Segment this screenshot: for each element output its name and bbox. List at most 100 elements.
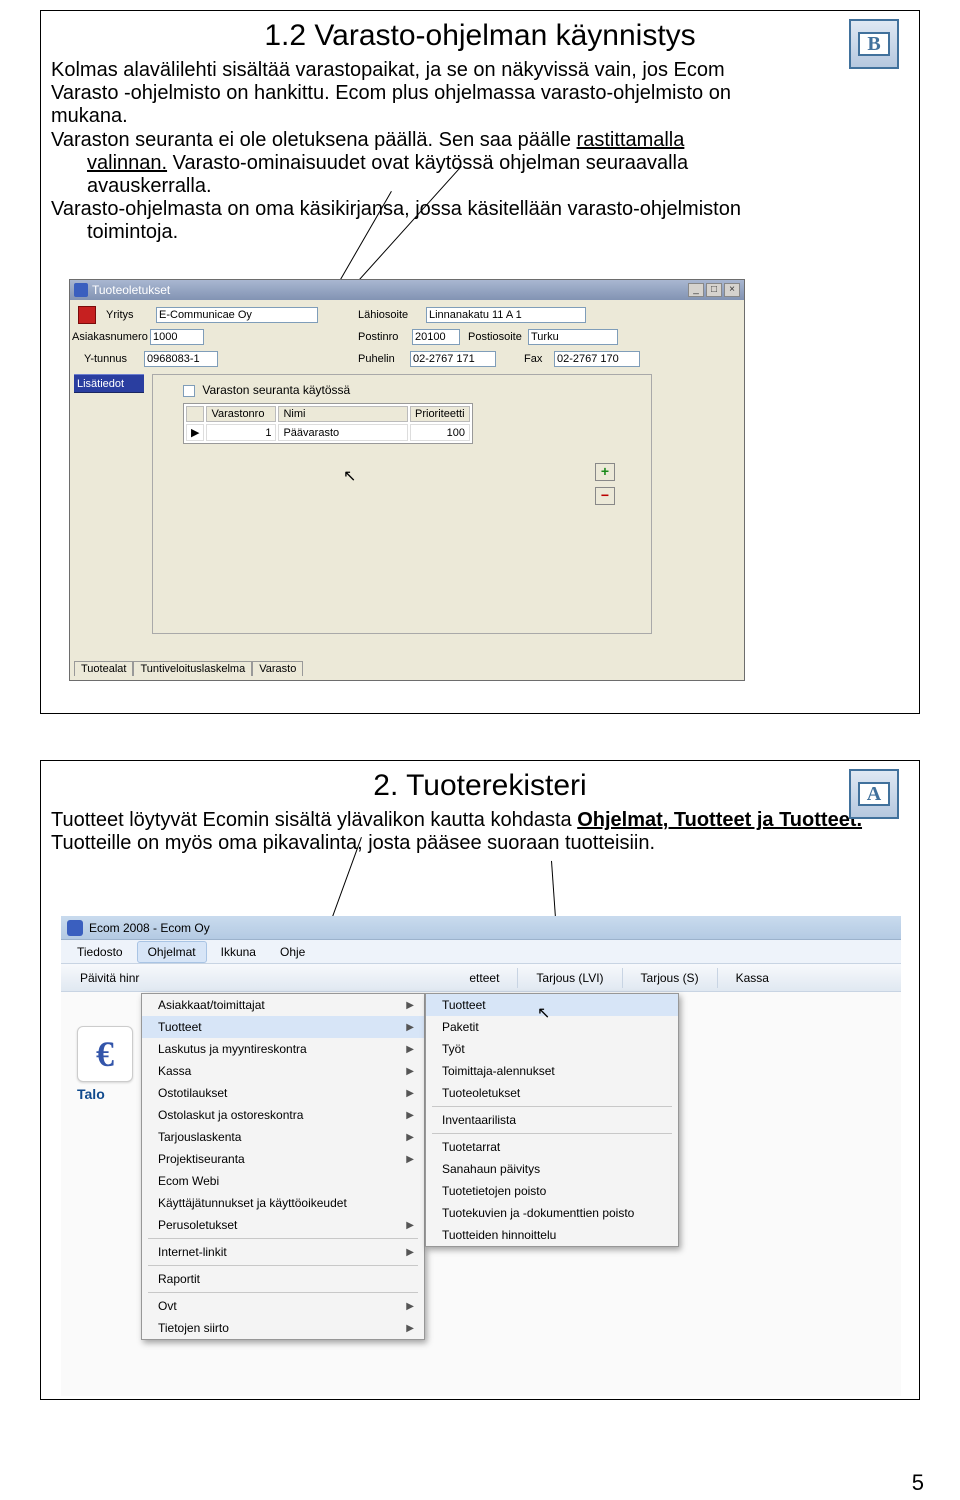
varaston-seuranta-checkbox[interactable]	[183, 385, 195, 397]
maximize-button[interactable]: □	[706, 283, 722, 297]
menu-item[interactable]: Tuoteoletukset	[426, 1082, 678, 1104]
menu-item[interactable]: Ecom Webi	[142, 1170, 424, 1192]
menu-item-label: Ovt	[158, 1299, 177, 1313]
menu-item-label: Ecom Webi	[158, 1174, 219, 1188]
menu-item-label: Ostotilaukset	[158, 1086, 227, 1100]
close-button[interactable]: ×	[724, 283, 740, 297]
menu-item-label: Projektiseuranta	[158, 1152, 245, 1166]
chevron-right-icon: ▶	[406, 1000, 414, 1011]
record-marker[interactable]	[78, 306, 96, 324]
menu-item-label: Tuotetietojen poisto	[442, 1184, 546, 1198]
menu-item[interactable]: Tuotteet ▶	[142, 1016, 424, 1038]
toolbar-kassa[interactable]: Kassa	[723, 967, 782, 989]
menu-ikkuna[interactable]: Ikkuna	[211, 942, 266, 962]
menu-item-label: Tuoteoletukset	[442, 1086, 520, 1100]
menu-item-label: Perusoletukset	[158, 1218, 237, 1232]
menu-item[interactable]: Tuotetietojen poisto	[426, 1180, 678, 1202]
cursor-icon: ↖	[343, 469, 359, 485]
menu-item-label: Laskutus ja myyntireskontra	[158, 1042, 307, 1056]
tuotteet-submenu[interactable]: TuotteetPaketitTyötToimittaja-alennukset…	[425, 993, 679, 1247]
menu-item[interactable]: Internet-linkit▶	[142, 1241, 424, 1263]
chevron-right-icon: ▶	[406, 1220, 414, 1231]
menu-item[interactable]: Ostolaskut ja ostoreskontra▶	[142, 1104, 424, 1126]
asiakasnumero-field[interactable]: 1000	[150, 329, 204, 345]
menu-item[interactable]: Raportit	[142, 1268, 424, 1290]
slide-1: B 1.2 Varasto-ohjelman käynnistys Kolmas…	[40, 10, 920, 714]
menu-item[interactable]: Tarjouslaskenta▶	[142, 1126, 424, 1148]
chevron-right-icon: ▶	[406, 1088, 414, 1099]
menu-item[interactable]: Sanahaun päivitys	[426, 1158, 678, 1180]
toolbar-tarjous-s[interactable]: Tarjous (S)	[628, 967, 712, 989]
menu-item[interactable]: Ostotilaukset ▶	[142, 1082, 424, 1104]
menu-item-label: Ostolaskut ja ostoreskontra	[158, 1108, 303, 1122]
add-row-button[interactable]: +	[595, 463, 615, 481]
varasto-panel: Varaston seuranta käytössä Varastonro Ni…	[152, 374, 652, 634]
lahiosoite-field[interactable]: Linnanakatu 11 A 1	[426, 307, 586, 323]
menu-item[interactable]: Toimittaja-alennukset	[426, 1060, 678, 1082]
postinro-field[interactable]: 20100	[412, 329, 460, 345]
toolbar-paivita[interactable]: Päivitä hinr	[67, 967, 152, 989]
menu-ohje[interactable]: Ohje	[270, 942, 315, 962]
remove-row-button[interactable]: −	[595, 487, 615, 505]
menu-item-label: Internet-linkit	[158, 1245, 227, 1259]
ohjelmat-dropdown[interactable]: Asiakkaat/toimittajat▶Tuotteet▶Laskutus …	[141, 993, 425, 1340]
minimize-button[interactable]: _	[688, 283, 704, 297]
menu-item[interactable]: Työt	[426, 1038, 678, 1060]
menu-item[interactable]: Tuotteiden hinnoittelu	[426, 1224, 678, 1246]
puhelin-field[interactable]: 02-2767 171	[410, 351, 496, 367]
menu-item[interactable]: Projektiseuranta▶	[142, 1148, 424, 1170]
toolbar-etteet[interactable]: etteet	[456, 967, 512, 989]
menu-item[interactable]: Asiakkaat/toimittajat ▶	[142, 994, 424, 1016]
chevron-right-icon: ▶	[406, 1301, 414, 1312]
menu-item-label: Tuotteet	[158, 1020, 202, 1034]
menubar[interactable]: Tiedosto Ohjelmat Ikkuna Ohje	[61, 940, 901, 964]
menu-separator	[148, 1238, 418, 1239]
tab-varasto[interactable]: Varasto	[252, 661, 303, 676]
section1-title: 1.2 Varasto-ohjelman käynnistys	[41, 19, 919, 53]
yritys-field[interactable]: E-Communicae Oy	[156, 307, 318, 323]
window-titlebar[interactable]: Tuoteoletukset _ □ ×	[70, 280, 744, 300]
talo-label: Talo	[77, 1086, 105, 1102]
section2-body: Tuotteet löytyvät Ecomin sisältä ylävali…	[41, 809, 919, 855]
menu-item[interactable]: Inventaarilista	[426, 1109, 678, 1131]
menu-ohjelmat[interactable]: Ohjelmat	[137, 941, 207, 963]
ytunnus-field[interactable]: 0968083-1	[144, 351, 218, 367]
menu-item[interactable]: Tuotetarrat	[426, 1136, 678, 1158]
menu-separator	[432, 1133, 672, 1134]
menu-separator	[432, 1106, 672, 1107]
window-title: Ecom 2008 - Ecom Oy	[89, 921, 210, 935]
section2-title: 2. Tuoterekisteri	[41, 769, 919, 803]
postiosoite-field[interactable]: Turku	[528, 329, 618, 345]
chevron-right-icon: ▶	[406, 1044, 414, 1055]
fax-field[interactable]: 02-2767 170	[554, 351, 640, 367]
toolbar-tarjous-lvi[interactable]: Tarjous (LVI)	[523, 967, 616, 989]
level-badge-a: A	[849, 769, 899, 819]
menu-item-label: Raportit	[158, 1272, 200, 1286]
window-title: Tuoteoletukset	[92, 283, 170, 297]
tab-tuotealat[interactable]: Tuotealat	[74, 661, 133, 676]
menu-item[interactable]: Tietojen siirto▶	[142, 1317, 424, 1339]
chevron-right-icon: ▶	[406, 1022, 414, 1033]
menu-tiedosto[interactable]: Tiedosto	[67, 942, 133, 962]
level-badge-b: B	[849, 19, 899, 69]
varasto-table[interactable]: Varastonro Nimi Prioriteetti ▶ 1 Päävara…	[183, 403, 473, 444]
menu-item[interactable]: Tuotekuvien ja -dokumenttien poisto	[426, 1202, 678, 1224]
euro-icon[interactable]: €	[77, 1026, 133, 1082]
lisatiedot-button[interactable]: Lisätiedot	[74, 374, 144, 393]
window-titlebar[interactable]: Ecom 2008 - Ecom Oy	[61, 916, 901, 940]
menu-item[interactable]: Käyttäjätunnukset ja käyttöoikeudet	[142, 1192, 424, 1214]
menu-item-label: Tarjouslaskenta	[158, 1130, 241, 1144]
slide-2: A 2. Tuoterekisteri Tuotteet löytyvät Ec…	[40, 760, 920, 1400]
table-row: ▶ 1 Päävarasto 100	[186, 424, 470, 441]
menu-item[interactable]: Ovt ▶	[142, 1295, 424, 1317]
tab-tuntiveloituslaskelma[interactable]: Tuntiveloituslaskelma	[133, 661, 252, 676]
chevron-right-icon: ▶	[406, 1323, 414, 1334]
menu-item[interactable]: Laskutus ja myyntireskontra ▶	[142, 1038, 424, 1060]
menu-item[interactable]: Perusoletukset ▶	[142, 1214, 424, 1236]
ecom-main-window: Ecom 2008 - Ecom Oy Tiedosto Ohjelmat Ik…	[61, 916, 901, 1396]
menu-item-label: Asiakkaat/toimittajat	[158, 998, 265, 1012]
menu-item-label: Paketit	[442, 1020, 479, 1034]
menu-item[interactable]: Kassa▶	[142, 1060, 424, 1082]
menu-separator	[148, 1265, 418, 1266]
tuoteoletukset-window: Tuoteoletukset _ □ × Yritys E-Communicae…	[69, 279, 745, 681]
